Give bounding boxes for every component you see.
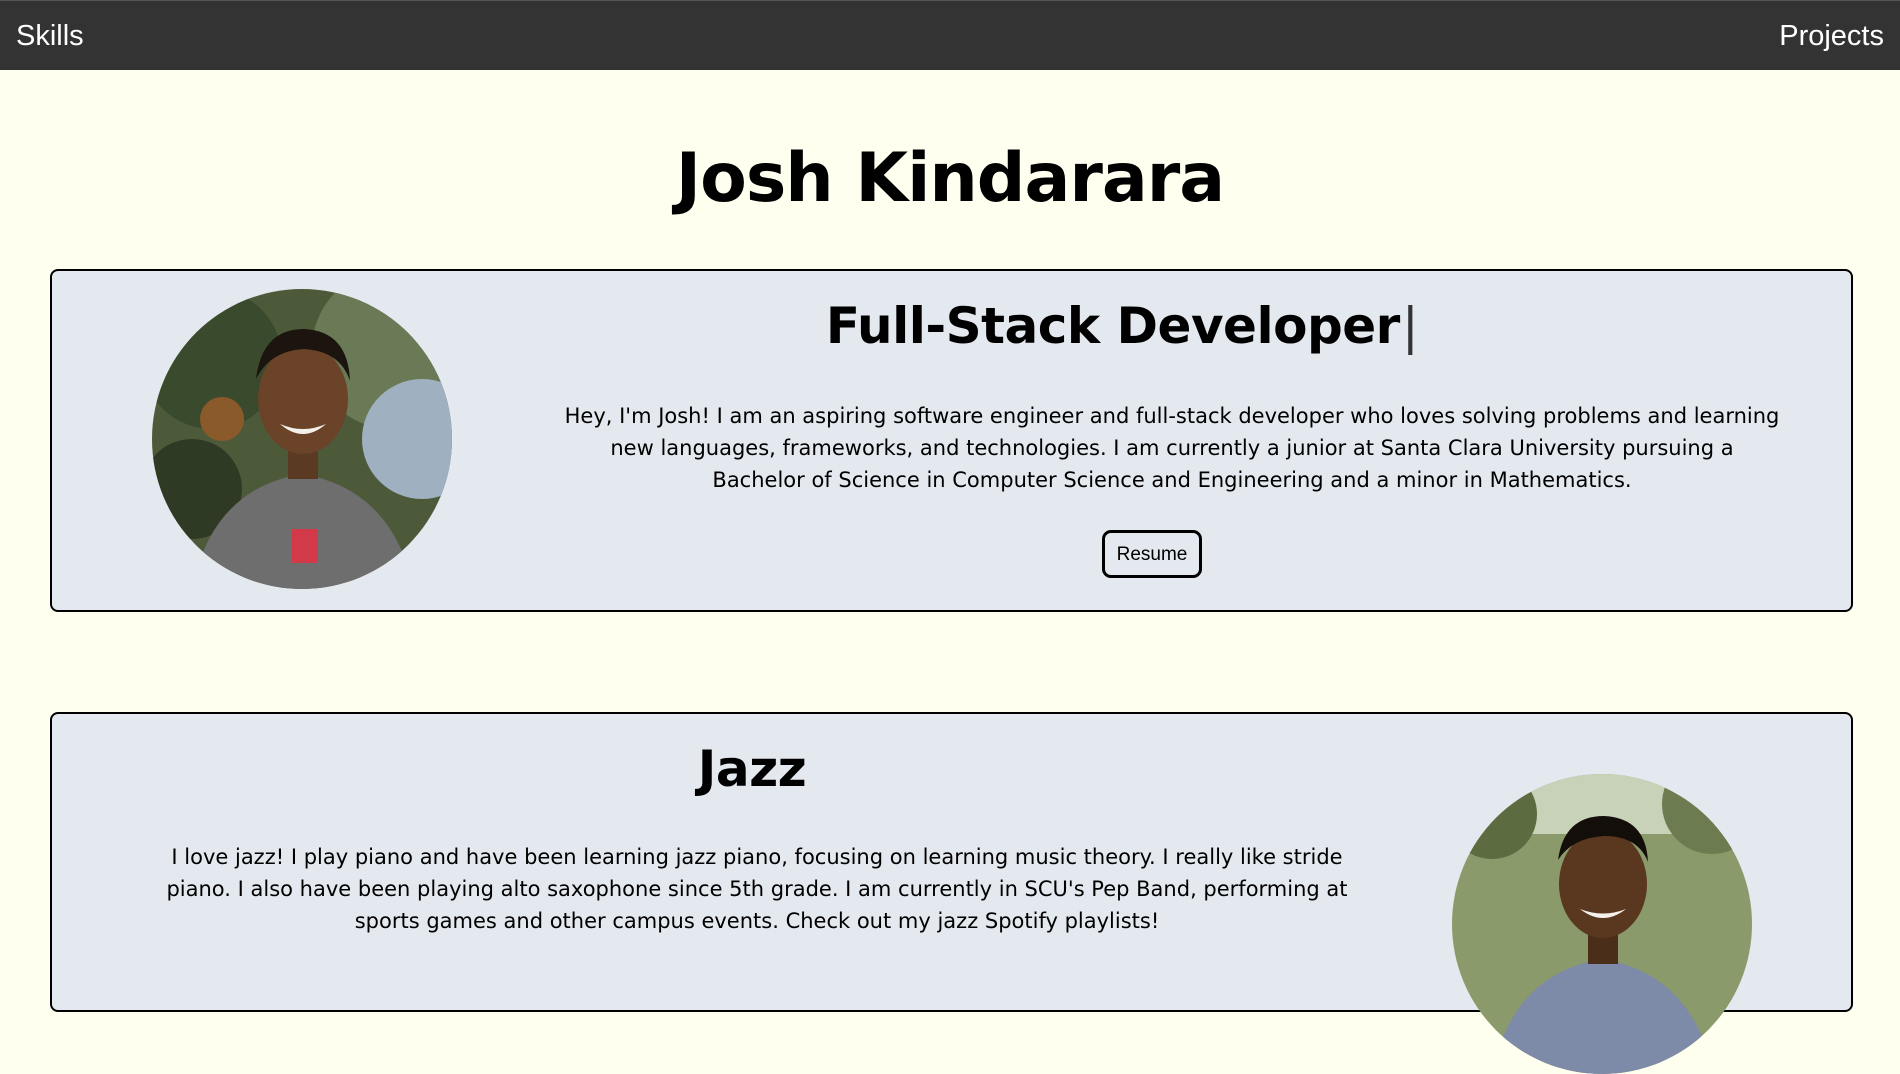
developer-heading-text: Full-Stack Developer bbox=[825, 297, 1401, 355]
jazz-photo bbox=[1452, 774, 1752, 1074]
jazz-heading: Jazz bbox=[697, 740, 807, 798]
nav-link-skills[interactable]: Skills bbox=[16, 1, 84, 71]
page-title: Josh Kindarara bbox=[675, 139, 1225, 218]
developer-heading: Full-Stack Developer| bbox=[542, 296, 1702, 356]
resume-button[interactable]: Resume bbox=[1102, 530, 1202, 578]
jazz-card: Jazz I love jazz! I play piano and have … bbox=[50, 712, 1853, 1074]
top-navigation-bar: Skills Projects bbox=[0, 0, 1900, 70]
developer-card: Full-Stack Developer| Hey, I'm Josh! I a… bbox=[50, 269, 1853, 612]
profile-photo bbox=[152, 289, 452, 589]
jazz-description: I love jazz! I play piano and have been … bbox=[166, 845, 1348, 933]
typing-cursor: | bbox=[1401, 297, 1419, 355]
developer-description: Hey, I'm Josh! I am an aspiring software… bbox=[564, 404, 1780, 492]
nav-link-projects[interactable]: Projects bbox=[1779, 1, 1884, 71]
